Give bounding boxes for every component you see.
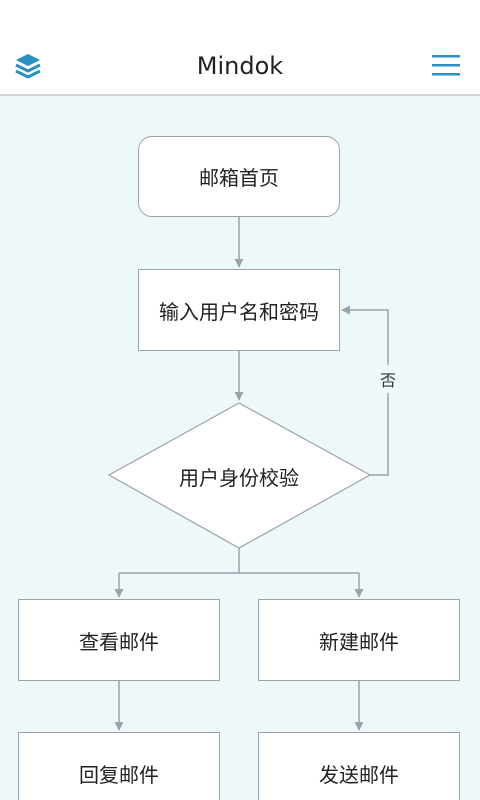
node-send-mail-label: 发送邮件 xyxy=(319,762,399,787)
node-new-mail-label: 新建邮件 xyxy=(319,629,399,654)
node-send-mail[interactable]: 发送邮件 xyxy=(258,732,460,800)
node-new-mail[interactable]: 新建邮件 xyxy=(258,599,460,681)
node-view-mail-label: 查看邮件 xyxy=(79,629,159,654)
node-enter-credentials-label: 输入用户名和密码 xyxy=(159,299,319,324)
app-title: Mindok xyxy=(196,52,284,80)
app-header: Mindok xyxy=(0,0,480,96)
node-reply-mail[interactable]: 回复邮件 xyxy=(18,732,220,800)
node-verify-identity-label: 用户身份校验 xyxy=(179,466,299,490)
hamburger-menu-icon[interactable] xyxy=(432,53,460,77)
flowchart-canvas: 邮箱首页 输入用户名和密码 用户身份校验 否 查看邮件 新建邮件 回复邮件 发送… xyxy=(0,96,480,800)
node-enter-credentials[interactable]: 输入用户名和密码 xyxy=(138,269,340,351)
edge-label-no: 否 xyxy=(378,365,399,393)
node-reply-mail-label: 回复邮件 xyxy=(79,762,159,787)
node-mailbox-home[interactable]: 邮箱首页 xyxy=(138,136,340,217)
node-view-mail[interactable]: 查看邮件 xyxy=(18,599,220,681)
node-mailbox-home-label: 邮箱首页 xyxy=(199,166,279,190)
